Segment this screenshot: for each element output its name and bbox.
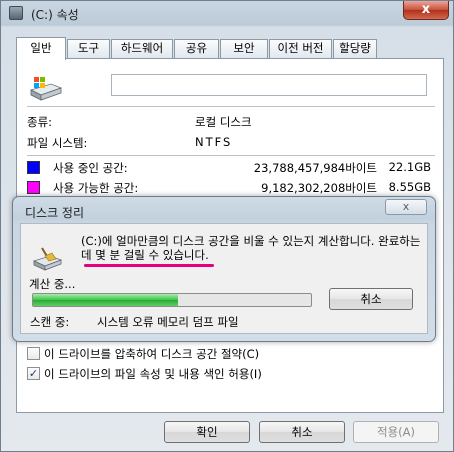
tab-hardware[interactable]: 하드웨어 [111,39,173,58]
dialog-body: (C:)에 얼마만큼의 디스크 공간을 비울 수 있는지 계산합니다. 완료하는… [20,223,428,334]
window-title: (C:) 속성 [31,8,79,22]
tab-security[interactable]: 보안 [220,39,268,58]
disk-cleanup-dialog: 디스크 정리 x (C:)에 얼마만큼의 디스크 공간을 비울 수 있는지 계산… [12,196,436,342]
title-bar[interactable]: (C:) 속성 x [1,1,453,27]
used-space-gb: 22.1GB [388,160,431,174]
drive-name-input[interactable] [111,74,427,96]
type-value: 로컬 디스크 [195,115,252,129]
calculating-label: 계산 중... [29,277,76,291]
tab-quota[interactable]: 할당량 [333,39,377,58]
filesystem-label: 파일 시스템: [27,136,88,150]
properties-window: (C:) 속성 x 일반 도구 하드웨어 공유 보안 이전 버전 할당량 종류:… [0,0,454,452]
scanning-item: 시스템 오류 메모리 덤프 파일 [97,315,239,329]
free-space-swatch [27,181,40,194]
tab-tools[interactable]: 도구 [67,39,110,58]
cancel-button[interactable]: 취소 [259,421,345,443]
dialog-title: 디스크 정리 [25,206,85,220]
tab-general[interactable]: 일반 [16,37,66,60]
tab-previous-versions[interactable]: 이전 버전 [269,39,332,58]
type-label: 종류: [27,115,53,129]
progress-bar-fill [33,294,178,306]
apply-button[interactable]: 적용(A) [353,421,439,443]
index-label: 이 드라이브의 파일 속성 및 내용 색인 허용(I) [44,367,262,381]
close-button[interactable]: x [403,1,449,20]
scanning-label: 스캔 중: [30,315,70,329]
dialog-cancel-button[interactable]: 취소 [329,288,413,310]
compress-checkbox[interactable] [27,347,40,360]
used-space-swatch [27,161,40,174]
hard-drive-icon [29,77,63,101]
separator [27,155,435,156]
ok-button[interactable]: 확인 [164,421,250,443]
drive-title-icon [9,6,23,20]
free-space-label: 사용 가능한 공간: [53,181,139,195]
progress-bar [32,293,312,307]
dialog-message: (C:)에 얼마만큼의 디스크 공간을 비울 수 있는지 계산합니다. 완료하는… [81,234,421,262]
filesystem-value: NTFS [195,135,233,149]
free-space-gb: 8.55GB [388,180,431,194]
disk-cleanup-icon [33,247,63,271]
index-checkbox[interactable]: ✓ [27,367,40,380]
used-space-label: 사용 중인 공간: [53,161,128,175]
used-space-bytes: 23,788,457,984바이트 [253,161,377,175]
free-space-bytes: 9,182,302,208바이트 [261,181,377,195]
tab-sharing[interactable]: 공유 [174,39,219,58]
highlight-underline [84,264,214,267]
separator [27,106,435,107]
compress-label: 이 드라이브를 압축하여 디스크 공간 절약(C) [44,347,260,361]
dialog-close-button[interactable]: x [385,199,427,215]
